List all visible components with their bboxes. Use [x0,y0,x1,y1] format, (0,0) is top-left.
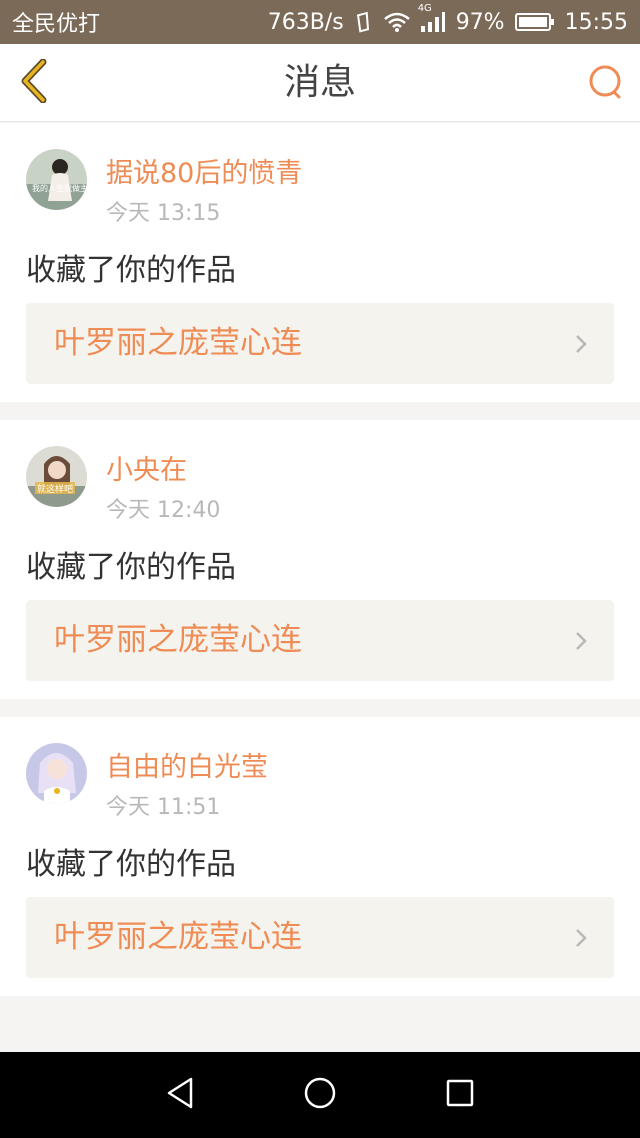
chevron-right-icon [574,630,588,652]
timestamp: 今天 11:51 [106,795,221,820]
system-back-button[interactable] [158,1073,202,1117]
work-title: 叶罗丽之庞莹心连 [54,919,302,955]
system-recents-button[interactable] [438,1073,482,1117]
triangle-back-icon [164,1076,196,1114]
timestamp: 今天 12:40 [106,498,221,523]
action-text: 收藏了你的作品 [26,253,236,288]
work-link[interactable]: 叶罗丽之庞莹心连 [26,897,614,978]
username[interactable]: 自由的白光莹 [106,745,268,784]
work-title: 叶罗丽之庞莹心连 [54,325,302,361]
work-link[interactable]: 叶罗丽之庞莹心连 [26,303,614,384]
action-text: 收藏了你的作品 [26,550,236,585]
username[interactable]: 据说80后的愤青 [106,151,302,190]
network-speed: 763B/s [267,9,344,35]
avatar-caption: 我的人生我做主 [32,183,87,193]
chevron-right-icon [574,927,588,949]
search-icon [588,64,624,104]
header: 消息 [0,44,640,122]
signal-type: 4G [417,3,432,14]
message-list: 我的人生我做主 据说80后的愤青 今天 13:15 收藏了你的作品 叶罗丽之庞莹… [0,123,640,1014]
avatar[interactable] [26,743,87,804]
system-home-button[interactable] [298,1073,342,1117]
action-text: 收藏了你的作品 [26,847,236,882]
username[interactable]: 小央在 [106,448,187,487]
battery-percent: 97% [455,9,505,35]
page-title: 消息 [283,62,356,103]
avatar[interactable]: 就这样吧 [26,446,87,507]
message-card: 自由的白光莹 今天 11:51 收藏了你的作品 叶罗丽之庞莹心连 [0,717,640,996]
chevron-right-icon [574,333,588,355]
work-title: 叶罗丽之庞莹心连 [54,622,302,658]
vibrate-icon [354,11,374,33]
timestamp: 今天 13:15 [106,201,221,226]
system-nav-bar [0,1052,640,1138]
avatar-caption: 就这样吧 [37,483,73,495]
message-card: 就这样吧 小央在 今天 12:40 收藏了你的作品 叶罗丽之庞莹心连 [0,420,640,699]
status-bar: 全民优打 763B/s 4G 97% 15:55 [0,0,640,44]
status-indicators: 763B/s 4G 97% 15:55 [267,3,628,35]
wifi-icon [383,12,410,32]
battery-icon [514,12,555,32]
message-card: 我的人生我做主 据说80后的愤青 今天 13:15 收藏了你的作品 叶罗丽之庞莹… [0,123,640,402]
avatar[interactable]: 我的人生我做主 [26,149,87,210]
square-recents-icon [445,1078,475,1112]
cell-signal-icon: 4G [418,3,446,33]
circle-home-icon [303,1076,337,1114]
status-app-name: 全民优打 [12,12,101,37]
search-button[interactable] [586,64,626,104]
work-link[interactable]: 叶罗丽之庞莹心连 [26,600,614,681]
status-time: 15:55 [564,9,628,35]
